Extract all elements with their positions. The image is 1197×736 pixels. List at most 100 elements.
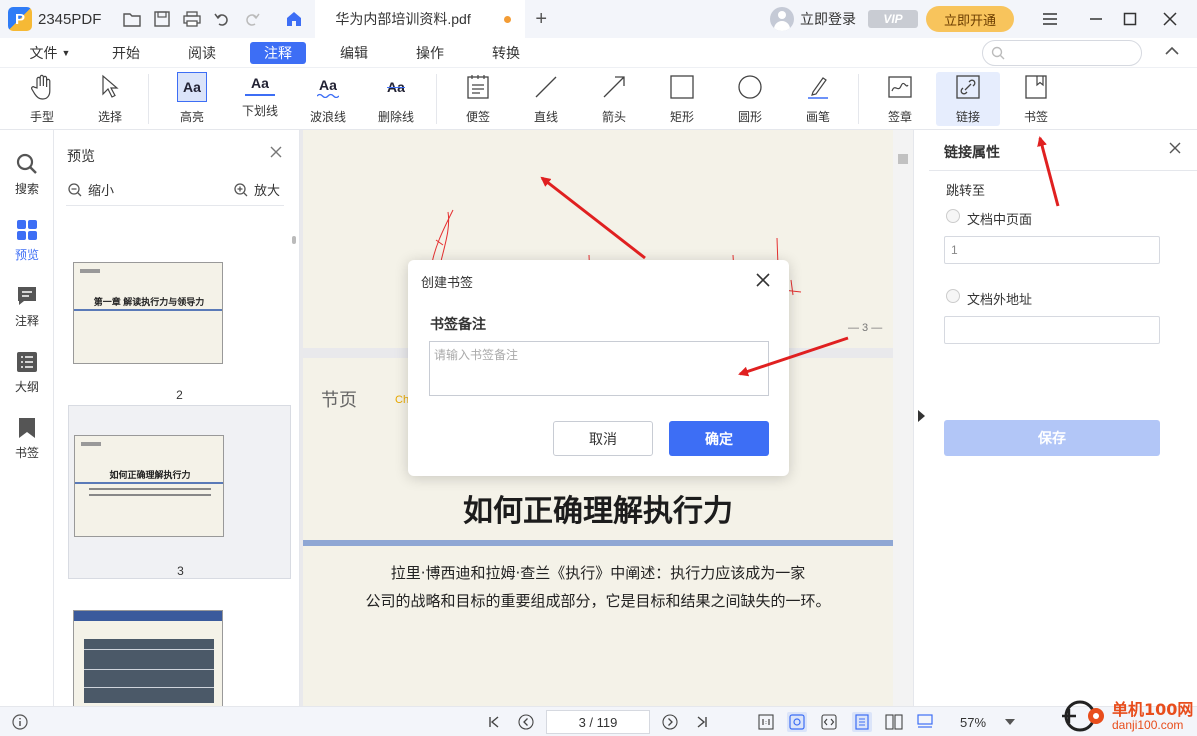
- url-field[interactable]: [944, 316, 1160, 344]
- actual-size-icon[interactable]: [756, 712, 776, 732]
- home-icon[interactable]: [283, 8, 305, 30]
- toolbar-divider: [148, 74, 149, 124]
- thumbnail-page[interactable]: 第一章 解读执行力与领导力 2: [68, 260, 291, 404]
- nav-preview[interactable]: 预览: [0, 210, 54, 268]
- fit-page-icon[interactable]: [787, 712, 807, 732]
- menu-edit[interactable]: 编辑: [338, 42, 370, 64]
- page-number-mark: — 3 —: [848, 322, 883, 334]
- document-scrollbar[interactable]: [893, 130, 913, 706]
- tool-highlight[interactable]: Aa 高亮: [164, 72, 220, 126]
- tool-link[interactable]: 链接: [936, 72, 1000, 126]
- menu-bar: 文件 ▼ 开始 阅读 注释 编辑 操作 转换: [0, 38, 1197, 68]
- tool-bookmark[interactable]: 书签: [1008, 72, 1064, 126]
- thumbnail-page[interactable]: [68, 608, 291, 706]
- scrollbar-thumb[interactable]: [898, 154, 908, 164]
- undo-icon[interactable]: [211, 8, 233, 30]
- thumbnail-page-selected[interactable]: 如何正确理解执行力 3: [68, 405, 291, 579]
- next-page-icon[interactable]: [660, 712, 680, 732]
- tool-select[interactable]: 选择: [82, 72, 138, 126]
- tool-hand[interactable]: 手型: [14, 72, 70, 126]
- prev-page-icon[interactable]: [516, 712, 536, 732]
- nav-search[interactable]: 搜索: [0, 144, 54, 202]
- tool-line[interactable]: 直线: [518, 72, 574, 126]
- tool-circle[interactable]: 圆形: [722, 72, 778, 126]
- radio-page[interactable]: [946, 209, 960, 223]
- comment-icon: [15, 284, 39, 308]
- page-indicator-input[interactable]: 3 / 119: [546, 710, 650, 734]
- tool-strike-label: 删除线: [377, 110, 414, 124]
- tool-rect-label: 矩形: [669, 110, 694, 124]
- tool-pen[interactable]: 画笔: [790, 72, 846, 126]
- menu-start[interactable]: 开始: [110, 42, 142, 64]
- tool-circle-label: 圆形: [737, 110, 762, 124]
- info-icon[interactable]: [10, 712, 30, 732]
- right-panel-toggle[interactable]: [913, 130, 929, 706]
- page-number-field[interactable]: 1: [944, 236, 1160, 264]
- zoom-dropdown-icon[interactable]: [1000, 712, 1020, 732]
- thumbnail-image: 如何正确理解执行力: [74, 435, 224, 537]
- tool-note[interactable]: 便签: [450, 72, 506, 126]
- menu-operate[interactable]: 操作: [414, 42, 446, 64]
- nav-outline[interactable]: 大纲: [0, 342, 54, 400]
- nav-search-label: 搜索: [14, 182, 39, 196]
- app-logo: P: [8, 7, 32, 31]
- preview-scrollbar[interactable]: [292, 236, 296, 244]
- stamp-icon: [885, 72, 915, 102]
- link-icon: [953, 72, 983, 102]
- print-icon[interactable]: [181, 8, 203, 30]
- menu-operate-label: 操作: [416, 45, 444, 61]
- strikethrough-icon: Aa: [381, 72, 411, 102]
- open-vip-button[interactable]: 立即开通: [926, 6, 1014, 32]
- radio-url[interactable]: [946, 289, 960, 303]
- nav-bookmark[interactable]: 书签: [0, 408, 54, 466]
- thumbnail-heading: 如何正确理解执行力: [109, 470, 191, 480]
- search-icon: [991, 46, 1005, 60]
- thumb-tag: [81, 442, 101, 446]
- open-folder-icon[interactable]: [121, 8, 143, 30]
- close-icon[interactable]: [1158, 7, 1182, 31]
- zoom-level[interactable]: 57%: [960, 715, 986, 730]
- last-page-icon[interactable]: [692, 712, 712, 732]
- save-button[interactable]: 保存: [944, 420, 1160, 456]
- menu-convert[interactable]: 转换: [490, 42, 522, 64]
- menu-read[interactable]: 阅读: [186, 42, 218, 64]
- tool-underline[interactable]: Aa 下划线: [232, 72, 288, 126]
- zoom-in-button[interactable]: 放大: [234, 180, 280, 199]
- zoom-out-button[interactable]: 缩小: [68, 180, 114, 199]
- preview-title: 预览: [67, 148, 95, 164]
- confirm-button[interactable]: 确定: [669, 421, 769, 456]
- double-page-icon[interactable]: [884, 712, 904, 732]
- fit-width-icon[interactable]: [819, 712, 839, 732]
- continuous-scroll-icon[interactable]: [915, 712, 935, 732]
- nav-annotation[interactable]: 注释: [0, 276, 54, 334]
- redo-icon[interactable]: [241, 8, 263, 30]
- add-tab-icon[interactable]: +: [535, 8, 547, 31]
- menu-icon[interactable]: [1038, 7, 1062, 31]
- tool-wave[interactable]: Aa 波浪线: [300, 72, 356, 126]
- save-icon[interactable]: [151, 8, 173, 30]
- bookmark-note-input[interactable]: [429, 341, 769, 396]
- tool-rect[interactable]: 矩形: [654, 72, 710, 126]
- tool-strike[interactable]: Aa 删除线: [368, 72, 424, 126]
- nav-outline-label: 大纲: [14, 380, 39, 394]
- single-page-icon[interactable]: [852, 712, 872, 732]
- close-icon[interactable]: [753, 270, 773, 290]
- collapse-ribbon-icon[interactable]: [1165, 44, 1179, 59]
- tool-arrow[interactable]: 箭头: [586, 72, 642, 126]
- login-button[interactable]: 立即登录: [770, 7, 856, 31]
- cancel-button[interactable]: 取消: [553, 421, 653, 456]
- minimize-icon[interactable]: [1084, 7, 1108, 31]
- tool-sign[interactable]: 签章: [872, 72, 928, 126]
- create-bookmark-dialog: 创建书签 书签备注 取消 确定: [408, 260, 789, 476]
- watermark-text: 单机100网: [1112, 700, 1194, 719]
- document-tab[interactable]: 华为内部培训资料.pdf: [315, 0, 526, 38]
- first-page-icon[interactable]: [484, 712, 504, 732]
- maximize-icon[interactable]: [1118, 7, 1142, 31]
- close-icon[interactable]: [270, 146, 282, 161]
- close-icon[interactable]: [1169, 142, 1181, 157]
- menu-file[interactable]: 文件 ▼: [28, 42, 72, 64]
- search-icon: [15, 152, 39, 176]
- menu-annotate[interactable]: 注释: [250, 42, 306, 64]
- search-input[interactable]: [982, 40, 1142, 66]
- pen-icon: [803, 72, 833, 102]
